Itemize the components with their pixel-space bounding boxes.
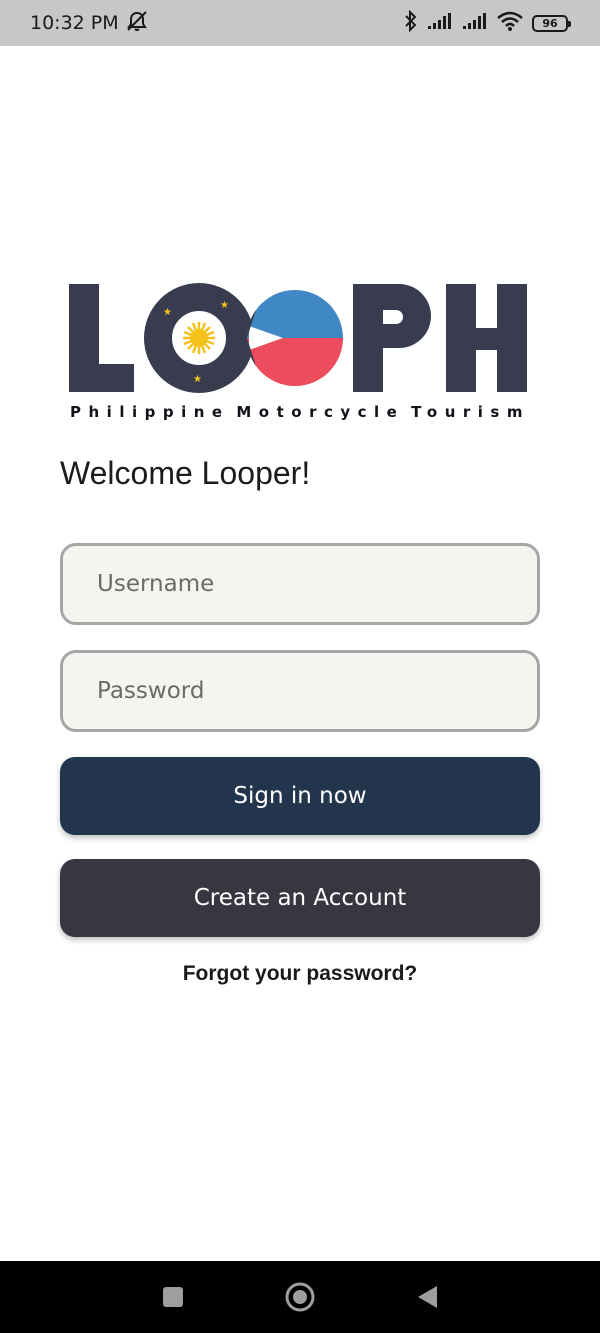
forgot-password-link[interactable]: Forgot your password?	[0, 962, 600, 986]
svg-text:★: ★	[193, 374, 202, 385]
create-account-button[interactable]: Create an Account	[60, 859, 540, 937]
recent-apps-icon[interactable]	[153, 1277, 193, 1317]
navigation-bar	[0, 1261, 600, 1333]
password-field	[60, 650, 540, 732]
looph-logo: ★ ★ ★ Philippine Motorcycle Tourism	[66, 282, 530, 427]
battery-level: 96	[542, 16, 558, 30]
status-left: 10:32 PM	[30, 10, 149, 37]
bluetooth-icon	[404, 9, 418, 36]
tagline-word-3: Tourism	[411, 403, 530, 421]
password-input[interactable]	[63, 653, 537, 729]
welcome-heading: Welcome Looper!	[60, 455, 311, 491]
svg-text:★: ★	[163, 307, 172, 318]
tagline-word-1: Philippine	[70, 403, 230, 421]
svg-text:★: ★	[220, 300, 229, 311]
sign-in-label: Sign in now	[233, 783, 367, 809]
tagline-word-2: Motorcycle	[236, 403, 405, 421]
looph-wordmark: ★ ★ ★	[69, 283, 527, 393]
status-time: 10:32 PM	[30, 12, 119, 34]
create-account-label: Create an Account	[193, 885, 407, 911]
wifi-icon	[497, 11, 523, 35]
status-right: 96	[404, 9, 571, 36]
mute-notifications-icon	[125, 10, 149, 37]
status-bar: 10:32 PM 96	[0, 0, 600, 46]
cellular-signal-icon	[427, 12, 453, 34]
username-field	[60, 543, 540, 625]
sign-in-button[interactable]: Sign in now	[60, 757, 540, 835]
cellular-signal-icon	[462, 12, 488, 34]
back-icon[interactable]	[407, 1277, 447, 1317]
battery-icon: 96	[532, 14, 571, 32]
home-icon[interactable]	[280, 1277, 320, 1317]
username-input[interactable]	[63, 546, 537, 622]
logo-tagline: Philippine Motorcycle Tourism	[70, 403, 530, 421]
